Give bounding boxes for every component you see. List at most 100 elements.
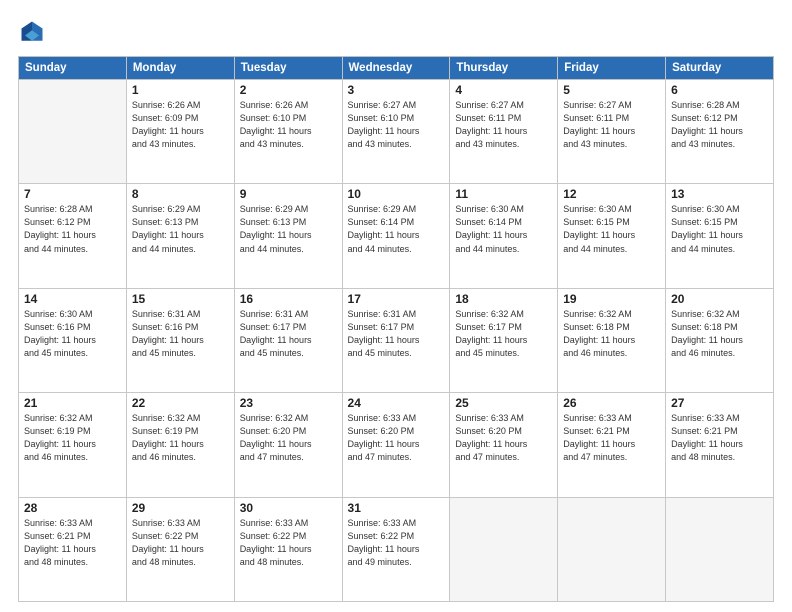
page: SundayMondayTuesdayWednesdayThursdayFrid…	[0, 0, 792, 612]
calendar-cell: 10 Sunrise: 6:29 AM Sunset: 6:14 PM Dayli…	[342, 184, 450, 288]
calendar-cell: 29 Sunrise: 6:33 AM Sunset: 6:22 PM Dayli…	[126, 497, 234, 601]
calendar-cell: 18 Sunrise: 6:32 AM Sunset: 6:17 PM Dayli…	[450, 288, 558, 392]
calendar-cell: 31 Sunrise: 6:33 AM Sunset: 6:22 PM Dayli…	[342, 497, 450, 601]
day-info: Sunrise: 6:33 AM Sunset: 6:21 PM Dayligh…	[563, 412, 660, 464]
day-number: 20	[671, 292, 768, 306]
day-info: Sunrise: 6:27 AM Sunset: 6:11 PM Dayligh…	[563, 99, 660, 151]
calendar-cell: 6 Sunrise: 6:28 AM Sunset: 6:12 PM Daylig…	[666, 80, 774, 184]
calendar-cell: 2 Sunrise: 6:26 AM Sunset: 6:10 PM Daylig…	[234, 80, 342, 184]
calendar-cell: 1 Sunrise: 6:26 AM Sunset: 6:09 PM Daylig…	[126, 80, 234, 184]
day-number: 30	[240, 501, 337, 515]
day-info: Sunrise: 6:32 AM Sunset: 6:19 PM Dayligh…	[24, 412, 121, 464]
day-info: Sunrise: 6:32 AM Sunset: 6:19 PM Dayligh…	[132, 412, 229, 464]
day-info: Sunrise: 6:29 AM Sunset: 6:13 PM Dayligh…	[240, 203, 337, 255]
day-number: 3	[348, 83, 445, 97]
calendar-cell: 21Sunrise: 6:32 AM Sunset: 6:19 PM Dayli…	[19, 393, 127, 497]
calendar-cell: 25 Sunrise: 6:33 AM Sunset: 6:20 PM Dayli…	[450, 393, 558, 497]
calendar-cell: 16 Sunrise: 6:31 AM Sunset: 6:17 PM Dayli…	[234, 288, 342, 392]
day-info: Sunrise: 6:32 AM Sunset: 6:20 PM Dayligh…	[240, 412, 337, 464]
calendar-cell: 4Sunrise: 6:27 AM Sunset: 6:11 PM Daylig…	[450, 80, 558, 184]
day-info: Sunrise: 6:28 AM Sunset: 6:12 PM Dayligh…	[24, 203, 121, 255]
calendar-cell: 27 Sunrise: 6:33 AM Sunset: 6:21 PM Dayli…	[666, 393, 774, 497]
calendar-cell: 23Sunrise: 6:32 AM Sunset: 6:20 PM Dayli…	[234, 393, 342, 497]
calendar-cell: 19Sunrise: 6:32 AM Sunset: 6:18 PM Dayli…	[558, 288, 666, 392]
calendar-cell: 8 Sunrise: 6:29 AM Sunset: 6:13 PM Daylig…	[126, 184, 234, 288]
day-info: Sunrise: 6:30 AM Sunset: 6:14 PM Dayligh…	[455, 203, 552, 255]
calendar-cell: 22 Sunrise: 6:32 AM Sunset: 6:19 PM Dayli…	[126, 393, 234, 497]
weekday-header-friday: Friday	[558, 57, 666, 80]
calendar-cell: 14 Sunrise: 6:30 AM Sunset: 6:16 PM Dayli…	[19, 288, 127, 392]
day-info: Sunrise: 6:33 AM Sunset: 6:20 PM Dayligh…	[348, 412, 445, 464]
weekday-header-thursday: Thursday	[450, 57, 558, 80]
day-number: 6	[671, 83, 768, 97]
day-info: Sunrise: 6:31 AM Sunset: 6:16 PM Dayligh…	[132, 308, 229, 360]
day-info: Sunrise: 6:27 AM Sunset: 6:11 PM Dayligh…	[455, 99, 552, 151]
day-number: 26	[563, 396, 660, 410]
header	[18, 18, 774, 46]
logo	[18, 18, 50, 46]
day-number: 29	[132, 501, 229, 515]
day-number: 22	[132, 396, 229, 410]
day-number: 9	[240, 187, 337, 201]
calendar-cell: 7 Sunrise: 6:28 AM Sunset: 6:12 PM Daylig…	[19, 184, 127, 288]
day-number: 17	[348, 292, 445, 306]
day-info: Sunrise: 6:33 AM Sunset: 6:20 PM Dayligh…	[455, 412, 552, 464]
weekday-header-saturday: Saturday	[666, 57, 774, 80]
calendar-cell: 26 Sunrise: 6:33 AM Sunset: 6:21 PM Dayli…	[558, 393, 666, 497]
day-info: Sunrise: 6:30 AM Sunset: 6:15 PM Dayligh…	[563, 203, 660, 255]
day-number: 8	[132, 187, 229, 201]
calendar-cell: 24 Sunrise: 6:33 AM Sunset: 6:20 PM Dayli…	[342, 393, 450, 497]
day-info: Sunrise: 6:32 AM Sunset: 6:18 PM Dayligh…	[671, 308, 768, 360]
day-number: 25	[455, 396, 552, 410]
day-number: 7	[24, 187, 121, 201]
day-info: Sunrise: 6:33 AM Sunset: 6:21 PM Dayligh…	[671, 412, 768, 464]
day-info: Sunrise: 6:28 AM Sunset: 6:12 PM Dayligh…	[671, 99, 768, 151]
logo-icon	[18, 18, 46, 46]
day-number: 14	[24, 292, 121, 306]
weekday-header-wednesday: Wednesday	[342, 57, 450, 80]
calendar-cell: 30 Sunrise: 6:33 AM Sunset: 6:22 PM Dayli…	[234, 497, 342, 601]
calendar-cell: 9 Sunrise: 6:29 AM Sunset: 6:13 PM Daylig…	[234, 184, 342, 288]
day-info: Sunrise: 6:31 AM Sunset: 6:17 PM Dayligh…	[348, 308, 445, 360]
calendar-cell	[450, 497, 558, 601]
weekday-header-tuesday: Tuesday	[234, 57, 342, 80]
day-number: 2	[240, 83, 337, 97]
calendar-cell: 12 Sunrise: 6:30 AM Sunset: 6:15 PM Dayli…	[558, 184, 666, 288]
calendar-cell: 13 Sunrise: 6:30 AM Sunset: 6:15 PM Dayli…	[666, 184, 774, 288]
day-info: Sunrise: 6:30 AM Sunset: 6:15 PM Dayligh…	[671, 203, 768, 255]
weekday-header-monday: Monday	[126, 57, 234, 80]
day-number: 12	[563, 187, 660, 201]
day-info: Sunrise: 6:33 AM Sunset: 6:22 PM Dayligh…	[348, 517, 445, 569]
day-number: 18	[455, 292, 552, 306]
day-info: Sunrise: 6:26 AM Sunset: 6:09 PM Dayligh…	[132, 99, 229, 151]
calendar-cell: 28 Sunrise: 6:33 AM Sunset: 6:21 PM Dayli…	[19, 497, 127, 601]
calendar-cell: 5 Sunrise: 6:27 AM Sunset: 6:11 PM Daylig…	[558, 80, 666, 184]
calendar-cell: 3 Sunrise: 6:27 AM Sunset: 6:10 PM Daylig…	[342, 80, 450, 184]
day-number: 19	[563, 292, 660, 306]
calendar-cell: 17 Sunrise: 6:31 AM Sunset: 6:17 PM Dayli…	[342, 288, 450, 392]
day-info: Sunrise: 6:33 AM Sunset: 6:22 PM Dayligh…	[132, 517, 229, 569]
day-info: Sunrise: 6:27 AM Sunset: 6:10 PM Dayligh…	[348, 99, 445, 151]
day-info: Sunrise: 6:31 AM Sunset: 6:17 PM Dayligh…	[240, 308, 337, 360]
day-number: 11	[455, 187, 552, 201]
calendar-cell: 20 Sunrise: 6:32 AM Sunset: 6:18 PM Dayli…	[666, 288, 774, 392]
day-info: Sunrise: 6:29 AM Sunset: 6:14 PM Dayligh…	[348, 203, 445, 255]
day-number: 10	[348, 187, 445, 201]
day-number: 24	[348, 396, 445, 410]
day-number: 1	[132, 83, 229, 97]
day-number: 31	[348, 501, 445, 515]
day-info: Sunrise: 6:26 AM Sunset: 6:10 PM Dayligh…	[240, 99, 337, 151]
calendar-table: SundayMondayTuesdayWednesdayThursdayFrid…	[18, 56, 774, 602]
day-info: Sunrise: 6:33 AM Sunset: 6:22 PM Dayligh…	[240, 517, 337, 569]
day-number: 27	[671, 396, 768, 410]
calendar-cell: 11 Sunrise: 6:30 AM Sunset: 6:14 PM Dayli…	[450, 184, 558, 288]
day-number: 16	[240, 292, 337, 306]
day-info: Sunrise: 6:30 AM Sunset: 6:16 PM Dayligh…	[24, 308, 121, 360]
day-info: Sunrise: 6:29 AM Sunset: 6:13 PM Dayligh…	[132, 203, 229, 255]
day-number: 28	[24, 501, 121, 515]
calendar-cell	[666, 497, 774, 601]
day-number: 13	[671, 187, 768, 201]
day-info: Sunrise: 6:33 AM Sunset: 6:21 PM Dayligh…	[24, 517, 121, 569]
day-info: Sunrise: 6:32 AM Sunset: 6:17 PM Dayligh…	[455, 308, 552, 360]
day-number: 5	[563, 83, 660, 97]
